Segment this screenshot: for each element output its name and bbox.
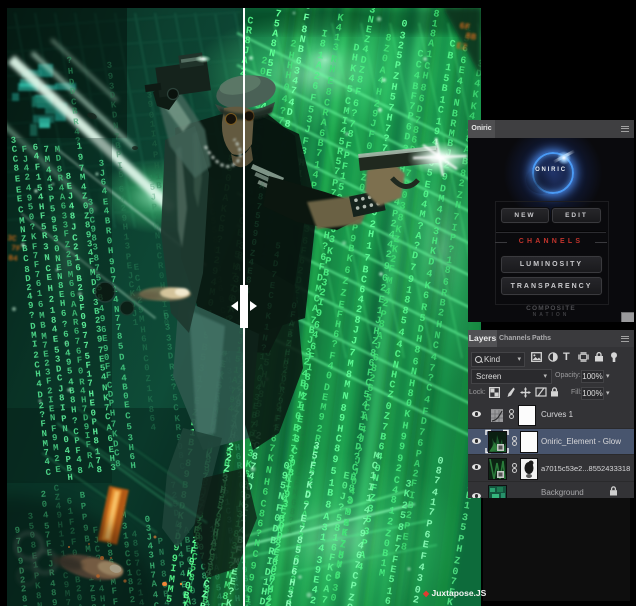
svg-text:7F: 7F xyxy=(11,244,22,254)
svg-text:B4: B4 xyxy=(8,254,19,264)
svg-text:E2: E2 xyxy=(455,41,467,53)
svg-text:3C: 3C xyxy=(7,234,17,244)
